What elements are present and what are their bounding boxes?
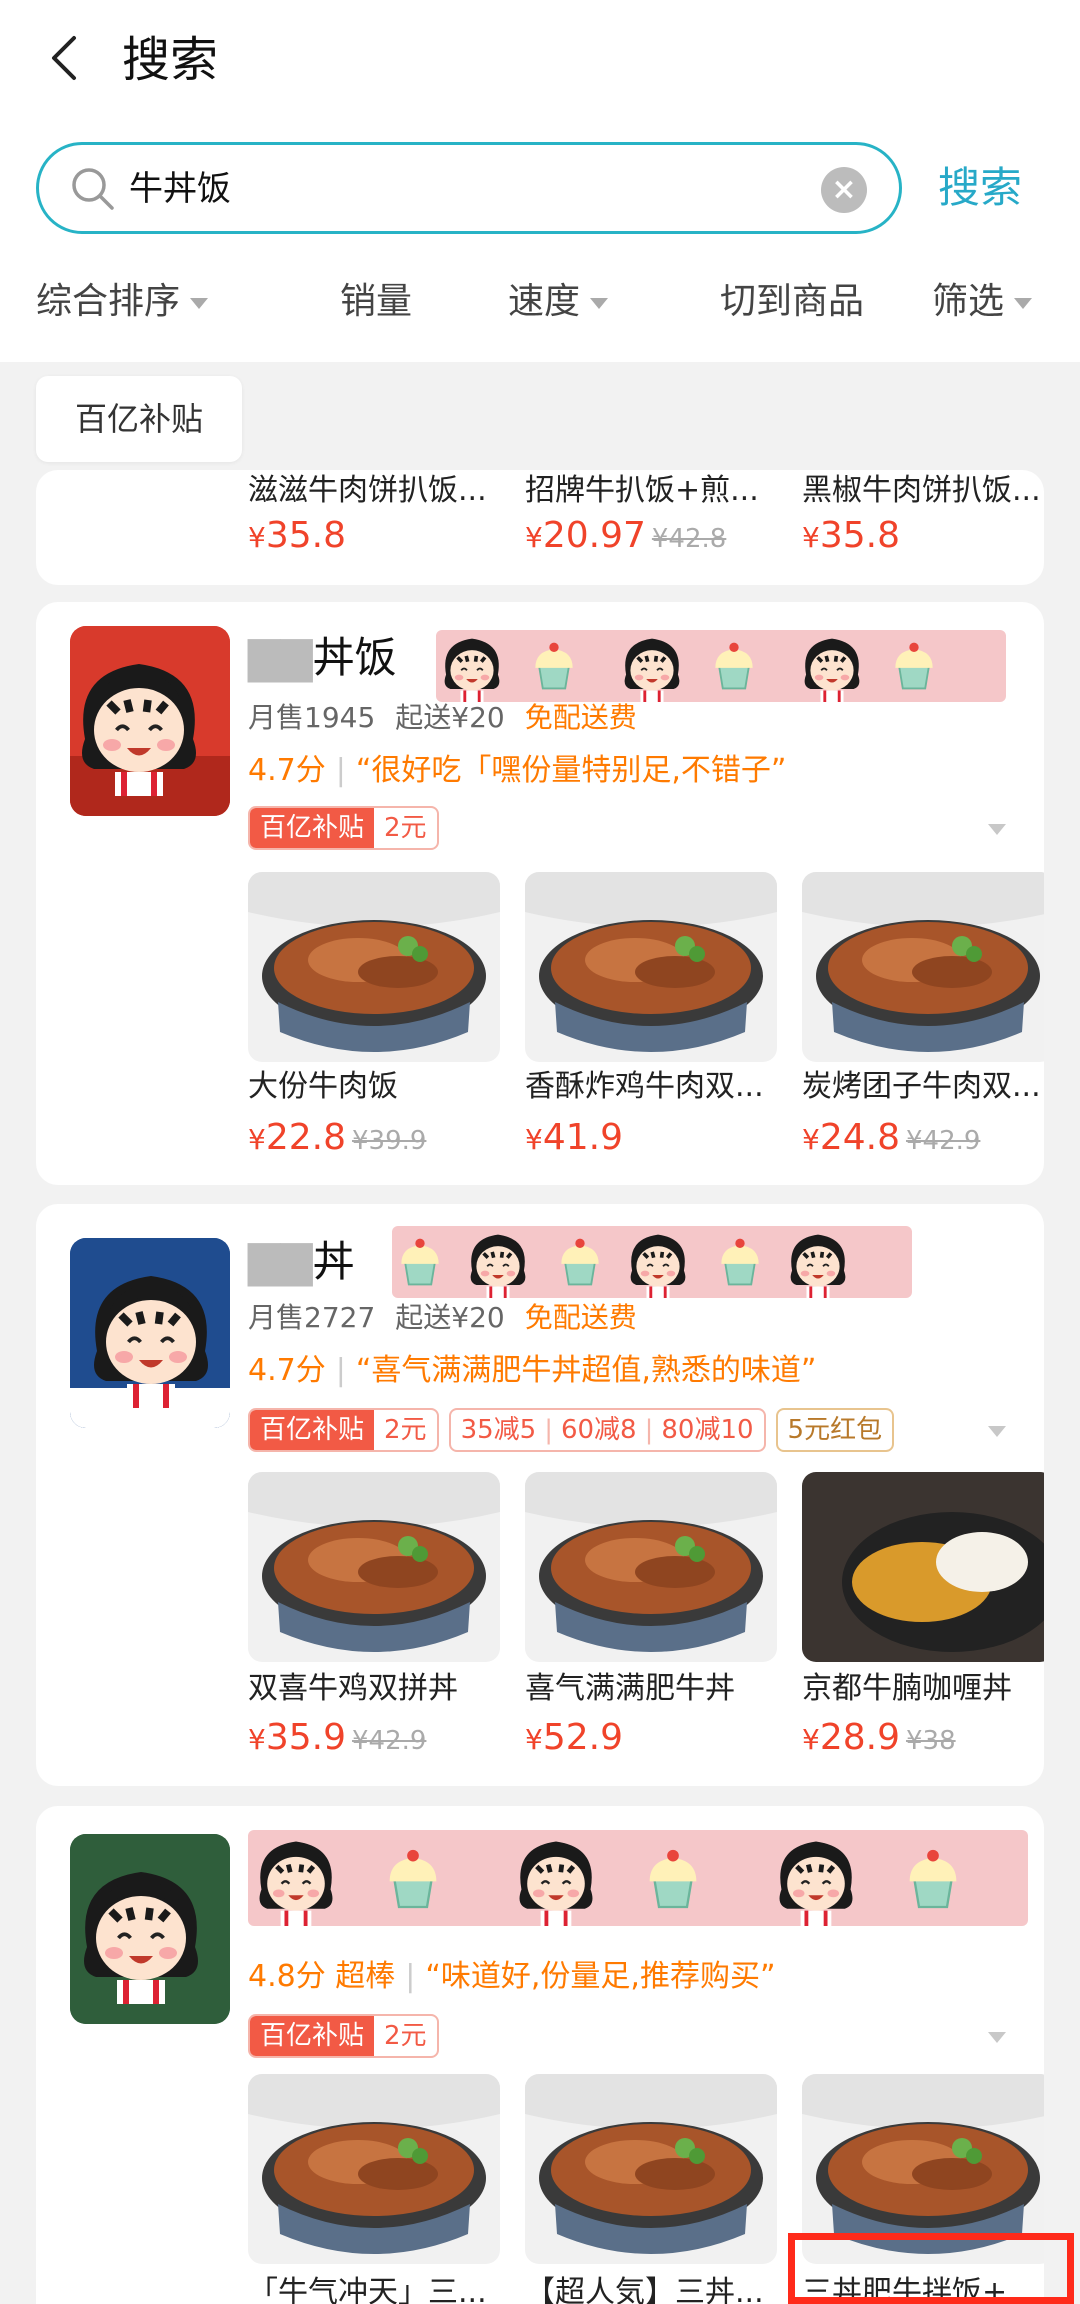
item-image[interactable] [248,872,500,1062]
item-image[interactable] [525,2074,777,2264]
promo-tags: 百亿补贴 2元 [248,2014,449,2058]
store-rating: 4.7分 | “喜气满满肥牛丼超值,熟悉的味道” [248,1353,817,1388]
clear-search-icon[interactable]: × [821,167,867,213]
item-name: 双喜牛鸡双拼丼 [248,1671,458,1706]
subsidy-tag: 百亿补贴 2元 [248,1408,439,1452]
store-card[interactable]: ▇▇丼饭 月售1945 起送¥20 免配送费 4.7分 | “很好吃「嘿份量特别足,不错… [36,602,1044,1185]
chevron-down-icon [1014,297,1033,309]
store-card[interactable]: 4.8分 超棒 | “味道好,份量足,推荐购买” 百亿补贴 2元 「牛气冲天」三...… [36,1806,1044,2304]
filter-chip-subsidy[interactable]: 百亿补贴 [36,376,242,462]
store-name: ▇▇丼饭 [248,633,397,682]
expand-chevron-icon[interactable] [988,824,1006,835]
search-icon [69,165,117,213]
sort-tab-speed[interactable]: 速度 [508,274,609,330]
item-name: 「牛气冲天」三... [248,2275,487,2304]
subsidy-tag: 百亿补贴 2元 [248,806,439,850]
item-image[interactable] [248,1472,500,1662]
item-name: 炭烤团子牛肉双... [802,1069,1041,1104]
item-name: 【超人気】三丼... [525,2275,764,2304]
sort-tab-comprehensive[interactable]: 综合排序 [36,274,209,330]
subsidy-tag: 百亿补贴 2元 [248,2014,439,2058]
header: 搜索 × 搜索 综合排序 销量 速度 切到商品 筛选 [0,0,1080,362]
store-meta: 月售1945 起送¥20 免配送费 [248,701,637,734]
item-name: 香酥炸鸡牛肉双... [525,1069,764,1104]
store-card[interactable]: 滋滋牛肉饼扒饭... ¥35.8 招牌牛扒饭+煎... ¥20.97 ¥42.8 … [36,470,1044,585]
sticker-decoration [436,630,1006,702]
item-name: 喜气满满肥牛丼 [525,1671,735,1706]
item-price: ¥35.8 [248,515,346,556]
item-name: 大份牛肉饭 [248,1069,398,1104]
search-box[interactable]: × [36,142,902,234]
page-title: 搜索 [122,32,219,88]
item-name: 滋滋牛肉饼扒饭... [248,473,487,508]
sticker-decoration [392,1226,912,1298]
chevron-down-icon [590,297,609,309]
item-price: ¥35.9 ¥42.9 [248,1717,427,1758]
red-packet-tag: 5元红包 [775,1408,895,1452]
item-image[interactable] [525,872,777,1062]
item-price: ¥20.97 ¥42.8 [525,515,727,556]
promo-tags: 百亿补贴 2元 [248,806,449,850]
store-avatar [70,1238,230,1428]
item-image[interactable] [525,1472,777,1662]
promo-tags: 百亿补贴 2元 35减5 | 60减8 | 80减10 5元红包 [248,1408,895,1452]
item-price: ¥35.8 [802,515,900,556]
expand-chevron-icon[interactable] [988,1426,1006,1437]
item-price: ¥41.9 [525,1117,623,1158]
store-name: ▇▇丼 [248,1237,355,1286]
item-price: ¥24.8 ¥42.9 [802,1117,981,1158]
sort-tab-label: 速度 [508,281,581,322]
back-arrow-icon[interactable] [36,28,96,88]
sort-tab-label: 筛选 [932,281,1005,322]
sort-tab-switch-to-items[interactable]: 切到商品 [720,274,864,330]
item-image[interactable] [802,1472,1044,1662]
store-card[interactable]: ▇▇丼 月售2727 起送¥20 免配送费 4.7分 | “喜气满满肥牛丼超值,熟悉的味… [36,1204,1044,1786]
item-name: 京都牛腩咖喱丼 [802,1671,1012,1706]
item-image[interactable] [248,2074,500,2264]
store-avatar [70,626,230,816]
item-name: 黑椒牛肉饼扒饭... [802,473,1041,508]
sort-tab-sales[interactable]: 销量 [340,274,412,330]
item-name: 招牌牛扒饭+煎... [525,473,759,508]
item-price: ¥28.9 ¥38 [802,1717,956,1758]
highlight-box [788,2233,1074,2304]
item-price: ¥52.9 [525,1717,623,1758]
store-rating: 4.7分 | “很好吃「嘿份量特别足,不错子” [248,753,787,788]
store-avatar [70,1834,230,2024]
item-image[interactable] [802,872,1044,1062]
expand-chevron-icon[interactable] [988,2032,1006,2043]
item-price: ¥22.8 ¥39.9 [248,1117,427,1158]
chevron-down-icon [190,297,209,309]
discount-tag: 35减5 | 60减8 | 80减10 [448,1408,766,1452]
sort-tab-label: 切到商品 [720,281,865,322]
store-meta: 月售2727 起送¥20 免配送费 [248,1301,637,1334]
sort-tab-filter[interactable]: 筛选 [932,274,1033,330]
sort-tab-label: 销量 [340,281,413,322]
store-rating: 4.8分 超棒 | “味道好,份量足,推荐购买” [248,1959,776,1994]
sticker-decoration [248,1830,1028,1926]
search-button[interactable]: 搜索 [938,158,1022,218]
search-input[interactable] [129,161,829,217]
sort-tab-label: 综合排序 [36,281,181,322]
